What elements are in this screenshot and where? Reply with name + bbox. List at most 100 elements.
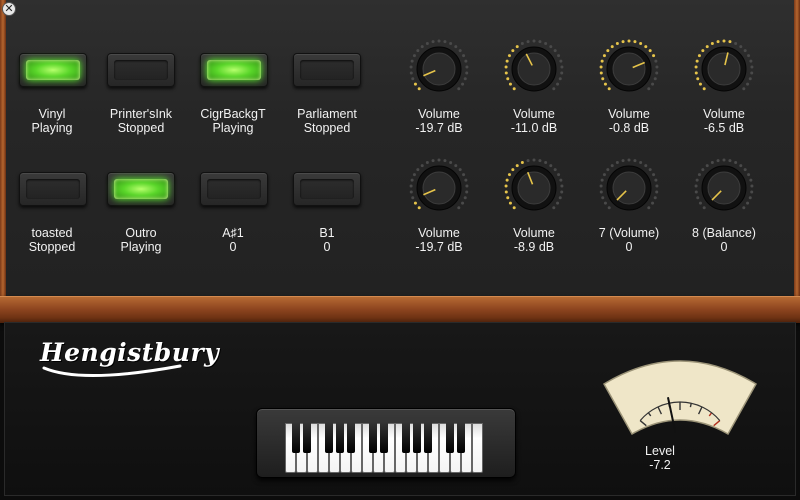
- pad-label-3: CigrBackgT Playing: [183, 107, 283, 135]
- knob-scale-dot: [607, 206, 611, 210]
- knob-scale-dot: [520, 161, 524, 165]
- volume-knob-4[interactable]: [693, 38, 755, 100]
- knob-value: 0: [625, 240, 633, 254]
- knob-scale-dot: [705, 164, 709, 168]
- volume-knob-2[interactable]: [503, 38, 565, 100]
- knob-scale-dot: [698, 82, 702, 86]
- knob-scale-dot: [610, 164, 614, 168]
- knob-scale-dot: [560, 71, 564, 75]
- knob-cap: [422, 171, 456, 205]
- knob-scale-dot: [644, 45, 648, 49]
- pad-button-2[interactable]: [107, 53, 175, 87]
- black-key[interactable]: [380, 423, 388, 453]
- knob-scale-dot: [653, 77, 657, 81]
- black-key[interactable]: [292, 423, 300, 453]
- pad-label-2: Printer'sInk Stopped: [91, 107, 191, 135]
- pad-label-5: toasted Stopped: [2, 226, 102, 254]
- knob-scale-dot: [463, 196, 467, 200]
- knob-scale-dot: [409, 65, 413, 69]
- knob-scale-dot: [464, 178, 468, 182]
- knob-scale-dot: [512, 87, 516, 91]
- knob-scale-dot: [560, 65, 564, 69]
- black-key[interactable]: [303, 423, 311, 453]
- wood-trim: [0, 296, 800, 323]
- black-key[interactable]: [369, 423, 377, 453]
- knob-scale-dot: [511, 168, 515, 172]
- pad-status: Playing: [120, 240, 162, 254]
- black-key[interactable]: [413, 423, 421, 453]
- knob-scale-dot: [694, 65, 698, 69]
- knob-scale-dot: [443, 40, 447, 44]
- pad-name: Outro: [125, 226, 157, 240]
- mini-keyboard[interactable]: [256, 408, 516, 478]
- volume-knob-1[interactable]: [408, 38, 470, 100]
- knob-scale-dot: [600, 59, 604, 63]
- meter-name: Level: [645, 444, 675, 458]
- volume-knob-6[interactable]: [503, 157, 565, 219]
- volume-knob-5[interactable]: [408, 157, 470, 219]
- volume-knob-3[interactable]: [598, 38, 660, 100]
- knob-scale-dot: [651, 201, 655, 205]
- black-key[interactable]: [347, 423, 355, 453]
- knob-scale-dot: [454, 45, 458, 49]
- knob-scale-dot: [454, 164, 458, 168]
- knob-scale-dot: [655, 65, 659, 69]
- knob-scale-dot: [652, 54, 656, 58]
- knob-scale-dot: [710, 42, 714, 46]
- knob-scale-dot: [556, 201, 560, 205]
- pad-label-1: Vinyl Playing: [2, 107, 102, 135]
- knob-scale-dot: [549, 164, 553, 168]
- pad-led: [26, 60, 80, 80]
- knob-scale-dot: [449, 161, 453, 165]
- pad-button-1[interactable]: [19, 53, 87, 87]
- pad-button-8[interactable]: [293, 172, 361, 206]
- knob-label-2: Volume -11.0 dB: [484, 107, 584, 135]
- knob-scale-dot: [512, 206, 516, 210]
- knob-scale-dot: [412, 173, 416, 177]
- knob-scale-dot: [532, 39, 536, 43]
- knob-scale-dot: [465, 184, 469, 188]
- black-key[interactable]: [336, 423, 344, 453]
- knob-scale-dot: [746, 82, 750, 86]
- keyboard-keys[interactable]: [285, 423, 485, 473]
- balance-knob-8[interactable]: [693, 157, 755, 219]
- close-icon[interactable]: ✕: [2, 2, 16, 16]
- black-key[interactable]: [424, 423, 432, 453]
- knob-scale-dot: [599, 71, 603, 75]
- knob-cap: [612, 52, 646, 86]
- knob-scale-dot: [652, 173, 656, 177]
- knob-scale-dot: [655, 71, 659, 75]
- knob-scale-dot: [648, 49, 652, 53]
- knob-scale-dot: [457, 206, 461, 210]
- knob-scale-dot: [603, 82, 607, 86]
- knob-scale-dot: [647, 87, 651, 91]
- knob-label-8: 8 (Balance) 0: [674, 226, 774, 254]
- pad-button-7[interactable]: [200, 172, 268, 206]
- knob-scale-dot: [648, 168, 652, 172]
- knob-scale-dot: [409, 190, 413, 194]
- pad-label-8: B1 0: [277, 226, 377, 254]
- knob-scale-dot: [750, 184, 754, 188]
- black-key[interactable]: [457, 423, 465, 453]
- volume-knob-7[interactable]: [598, 157, 660, 219]
- pad-button-4[interactable]: [293, 53, 361, 87]
- knob-scale-dot: [461, 82, 465, 86]
- knob-scale-dot: [443, 159, 447, 163]
- knob-scale-dot: [409, 71, 413, 75]
- knob-scale-dot: [749, 59, 753, 63]
- pad-button-3[interactable]: [200, 53, 268, 87]
- black-key[interactable]: [446, 423, 454, 453]
- black-key[interactable]: [325, 423, 333, 453]
- knob-scale-dot: [655, 184, 659, 188]
- knob-scale-dot: [511, 49, 515, 53]
- pad-button-5[interactable]: [19, 172, 87, 206]
- pad-led: [114, 60, 168, 80]
- knob-scale-dot: [750, 190, 754, 194]
- knob-scale-dot: [560, 184, 564, 188]
- pad-button-6[interactable]: [107, 172, 175, 206]
- knob-scale-dot: [750, 71, 754, 75]
- black-key[interactable]: [402, 423, 410, 453]
- pad-status: 0: [323, 240, 331, 254]
- knob-scale-dot: [538, 159, 542, 163]
- white-key[interactable]: [472, 423, 483, 473]
